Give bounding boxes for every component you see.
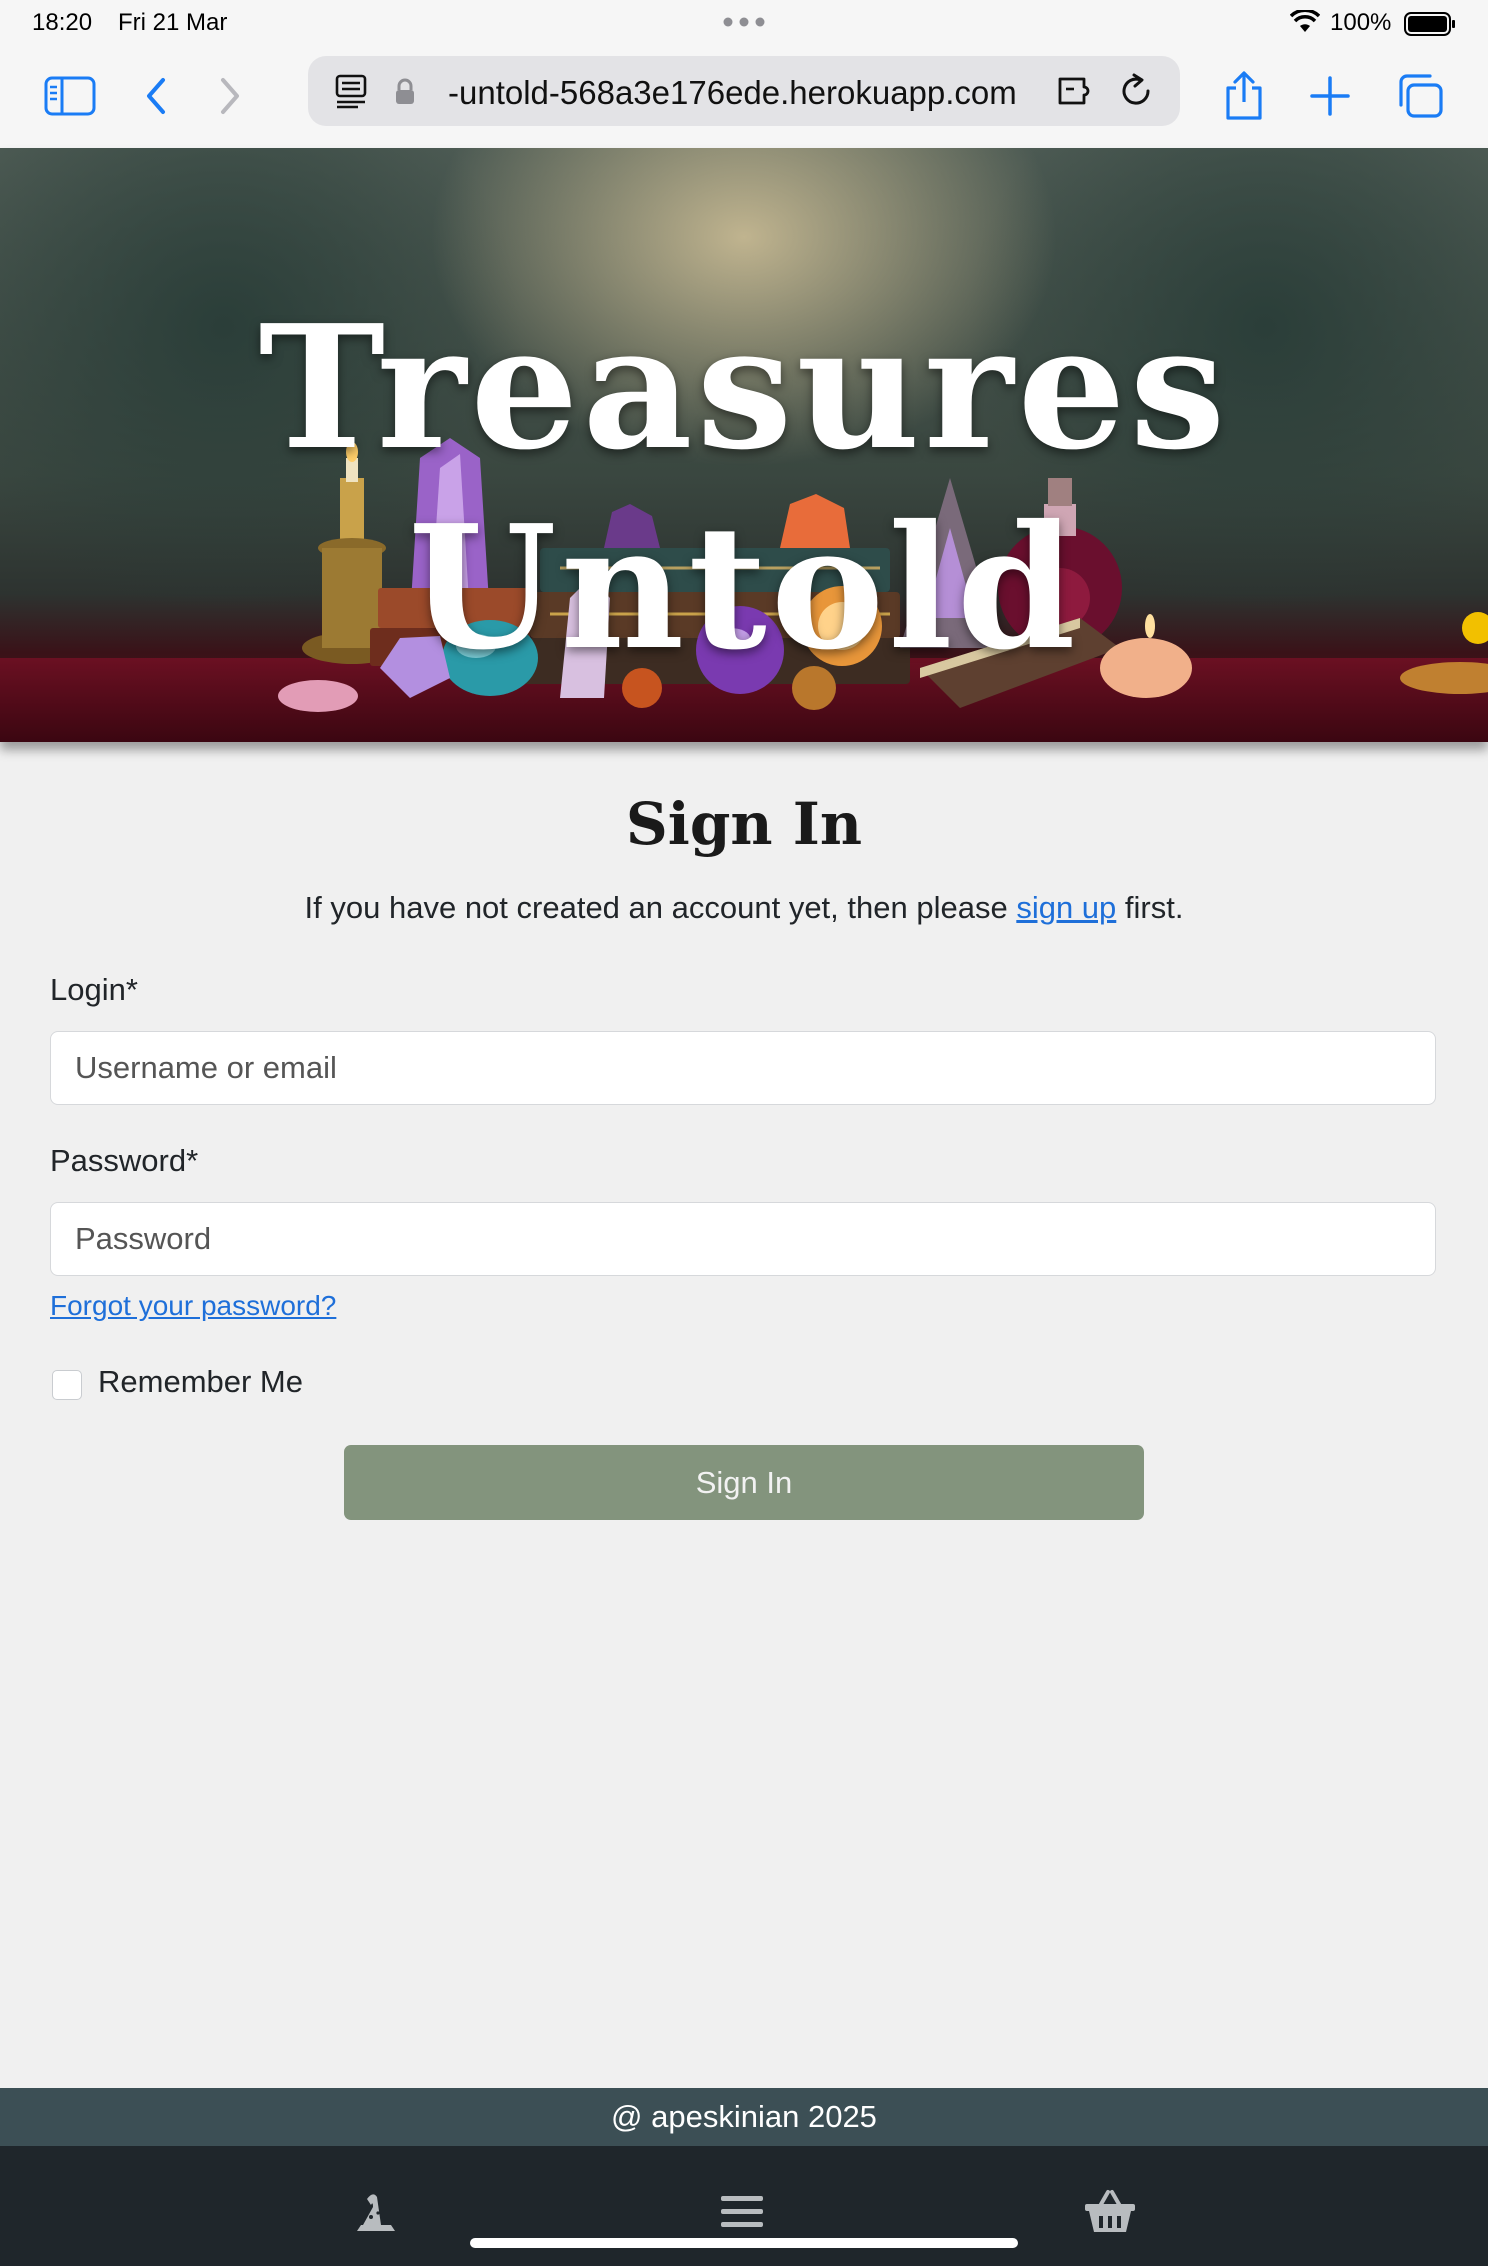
bottom-nav	[0, 2146, 1488, 2266]
reload-icon[interactable]	[1118, 73, 1154, 109]
status-bar: 18:20 Fri 21 Mar 100%	[0, 0, 1488, 46]
reader-icon[interactable]	[334, 73, 368, 109]
password-placeholder: Password	[75, 1221, 212, 1256]
footer-copyright: @ apeskinian 2025	[0, 2088, 1488, 2146]
sign-in-button[interactable]: Sign In	[344, 1445, 1144, 1520]
extension-icon[interactable]	[1056, 73, 1096, 109]
login-label: Login*	[50, 972, 138, 1007]
page-title: Sign In	[625, 790, 863, 858]
remember-me-label[interactable]: Remember Me	[98, 1364, 303, 1400]
intro-text-before: If you have not created an account yet, …	[304, 890, 1017, 925]
browser-toolbar: -untold-568a3e176ede.herokuapp.com	[0, 46, 1488, 148]
tabs-icon[interactable]	[1392, 68, 1448, 124]
address-bar[interactable]: -untold-568a3e176ede.herokuapp.com	[308, 56, 1180, 126]
battery-percent: 100%	[1330, 9, 1392, 36]
back-icon[interactable]	[128, 68, 184, 124]
password-input[interactable]: Password	[50, 1202, 1436, 1276]
lock-icon	[396, 78, 414, 104]
forgot-password-link[interactable]: Forgot your password?	[50, 1290, 336, 1322]
status-time: 18:20	[32, 9, 93, 36]
share-icon[interactable]	[1216, 68, 1272, 124]
basket-icon[interactable]	[1080, 2182, 1140, 2242]
remember-me-checkbox[interactable]	[52, 1370, 82, 1400]
signup-link[interactable]: sign up	[1016, 890, 1116, 925]
menu-icon[interactable]	[712, 2182, 772, 2242]
password-label: Password*	[50, 1143, 199, 1178]
hero-banner: Treasures Untold	[0, 148, 1488, 742]
forward-icon[interactable]	[202, 68, 258, 124]
new-tab-icon[interactable]	[1302, 68, 1358, 124]
home-indicator[interactable]	[470, 2238, 1018, 2248]
url-text[interactable]: -untold-568a3e176ede.herokuapp.com	[448, 74, 1017, 112]
signup-prompt: If you have not created an account yet, …	[0, 890, 1488, 926]
wifi-icon	[1290, 10, 1320, 32]
multitasking-dots-icon[interactable]	[722, 10, 766, 34]
intro-text-after: first.	[1116, 890, 1184, 925]
status-date: Fri 21 Mar	[118, 9, 228, 36]
sidebar-icon[interactable]	[42, 68, 98, 124]
site-title[interactable]: Treasures Untold	[0, 288, 1488, 688]
login-placeholder: Username or email	[75, 1050, 337, 1085]
wizard-hat-icon[interactable]	[346, 2182, 406, 2242]
battery-icon	[1404, 12, 1455, 36]
login-input[interactable]: Username or email	[50, 1031, 1436, 1105]
